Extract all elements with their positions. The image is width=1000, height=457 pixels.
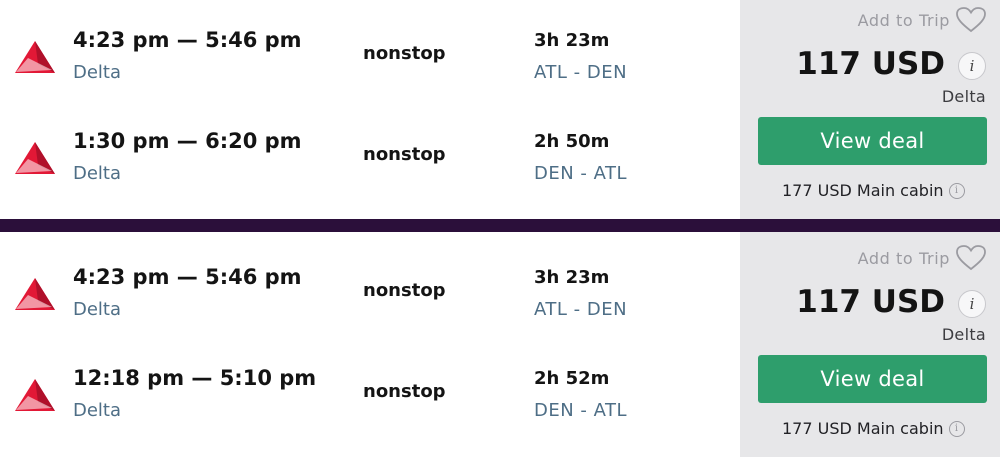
price-panel: Add to Trip 117 USD i Delta View deal 17… [740, 232, 1000, 457]
stops-label: nonstop [363, 43, 446, 64]
view-deal-button[interactable]: View deal [758, 355, 987, 403]
outbound-leg[interactable]: 4:23 pm — 5:46 pm Delta nonstop 3h 23m A… [0, 0, 740, 101]
info-icon[interactable]: i [958, 52, 986, 80]
flight-duration: 3h 23m [534, 267, 610, 288]
flight-legs: 4:23 pm — 5:46 pm Delta nonstop 3h 23m A… [0, 232, 740, 457]
view-deal-button[interactable]: View deal [758, 117, 987, 165]
outbound-leg[interactable]: 4:23 pm — 5:46 pm Delta nonstop 3h 23m A… [0, 237, 740, 338]
flight-result-card[interactable]: 4:23 pm — 5:46 pm Delta nonstop 3h 23m A… [0, 0, 1000, 219]
flight-route: DEN - ATL [534, 163, 628, 184]
flight-duration: 2h 50m [534, 131, 610, 152]
price: 117 USD [796, 284, 945, 320]
airline-name: Delta [73, 299, 122, 320]
stops-label: nonstop [363, 381, 446, 402]
main-cabin-label: 177 USD Main cabin [782, 181, 944, 200]
flight-times: 1:30 pm — 6:20 pm [73, 129, 302, 153]
flight-route: ATL - DEN [534, 62, 628, 83]
price-panel: Add to Trip 117 USD i Delta View deal 17… [740, 0, 1000, 219]
flight-duration: 2h 52m [534, 368, 610, 389]
return-leg[interactable]: 12:18 pm — 5:10 pm Delta nonstop 2h 52m … [0, 338, 740, 439]
airline-name: Delta [73, 400, 122, 421]
add-to-trip-label: Add to Trip [857, 248, 950, 268]
main-cabin-info[interactable]: 177 USD Main cabin i [782, 419, 965, 438]
add-to-trip-label: Add to Trip [857, 10, 950, 30]
main-cabin-label: 177 USD Main cabin [782, 419, 944, 438]
delta-logo-icon [15, 142, 55, 174]
price: 117 USD [796, 46, 945, 82]
price-airline: Delta [941, 325, 986, 344]
info-icon[interactable]: i [958, 290, 986, 318]
add-to-trip-button[interactable]: Add to Trip [858, 245, 986, 271]
flight-times: 4:23 pm — 5:46 pm [73, 265, 302, 289]
flight-times: 12:18 pm — 5:10 pm [73, 366, 317, 390]
airline-name: Delta [73, 62, 122, 83]
add-to-trip-button[interactable]: Add to Trip [858, 7, 986, 33]
heart-icon [956, 245, 986, 271]
info-icon[interactable]: i [948, 182, 965, 199]
return-leg[interactable]: 1:30 pm — 6:20 pm Delta nonstop 2h 50m D… [0, 101, 740, 202]
airline-name: Delta [73, 163, 122, 184]
stops-label: nonstop [363, 280, 446, 301]
delta-logo-icon [15, 41, 55, 73]
flight-route: ATL - DEN [534, 299, 628, 320]
flight-legs: 4:23 pm — 5:46 pm Delta nonstop 3h 23m A… [0, 0, 740, 219]
delta-logo-icon [15, 278, 55, 310]
flight-route: DEN - ATL [534, 400, 628, 421]
heart-icon [956, 7, 986, 33]
main-cabin-info[interactable]: 177 USD Main cabin i [782, 181, 965, 200]
flight-times: 4:23 pm — 5:46 pm [73, 28, 302, 52]
result-divider [0, 219, 1000, 232]
flight-result-card[interactable]: 4:23 pm — 5:46 pm Delta nonstop 3h 23m A… [0, 232, 1000, 457]
info-icon[interactable]: i [948, 420, 965, 437]
price-airline: Delta [941, 87, 986, 106]
delta-logo-icon [15, 379, 55, 411]
stops-label: nonstop [363, 144, 446, 165]
flight-duration: 3h 23m [534, 30, 610, 51]
